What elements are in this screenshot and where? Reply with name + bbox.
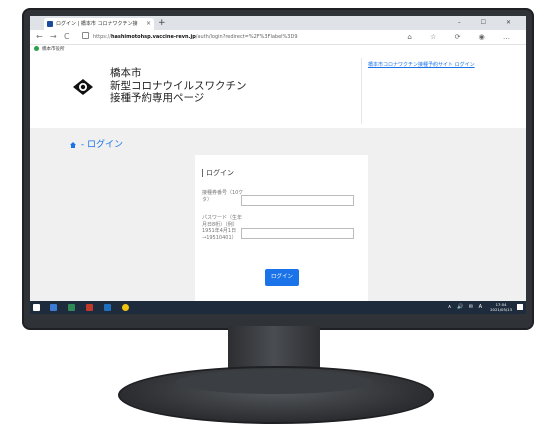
password-label: パスワード（生年月日8桁）（例）1951年4月1日→19510401） — [202, 215, 243, 241]
bookmark-favicon-icon — [34, 46, 39, 51]
header-login-link[interactable]: 橋本市コロナワクチン接種予約サイト ログイン — [368, 61, 475, 68]
browser-tabbar: ログイン | 橋本市 コロナワクチン接 × + – ☐ ✕ — [30, 16, 526, 30]
bookmark-item[interactable]: 橋本市役所 — [42, 47, 65, 52]
taskbar-app-icon[interactable] — [86, 304, 93, 311]
site-title-line2: 新型コロナウイルスワクチン — [110, 79, 247, 92]
taskbar-clock[interactable]: 17:04 2021/05/13 — [490, 302, 512, 312]
browser-toolbar: ← → C https://hashimotohsp.vaccine-revn.… — [30, 30, 526, 45]
city-logo-icon — [73, 79, 93, 95]
page-header: 橋本市 新型コロナウイルスワクチン 接種予約専用ページ 橋本市コロナワクチン接種… — [30, 54, 526, 128]
monitor-screen: ログイン | 橋本市 コロナワクチン接 × + – ☐ ✕ ← → C http… — [30, 16, 526, 314]
clock-date: 2021/05/13 — [490, 307, 512, 312]
ticket-number-input[interactable] — [241, 195, 354, 206]
url-host: hashimotohsp.vaccine-revn.jp — [110, 34, 196, 40]
back-icon[interactable]: ← — [36, 30, 43, 44]
bookmarks-bar: 橋本市役所 — [30, 45, 526, 54]
browser-taskbar-icon[interactable] — [122, 304, 129, 311]
site-title-line1: 橋本市 — [110, 67, 142, 79]
ticket-number-label: 接種券番号（10ケタ） — [202, 190, 244, 203]
web-page: 橋本市 新型コロナウイルスワクチン 接種予約専用ページ 橋本市コロナワクチン接種… — [30, 54, 526, 301]
home-icon[interactable] — [70, 142, 76, 148]
close-tab-icon[interactable]: × — [146, 18, 151, 30]
breadcrumb-separator: - — [78, 140, 87, 150]
new-tab-button[interactable]: + — [158, 16, 166, 30]
reload-icon[interactable]: C — [64, 30, 70, 44]
taskbar-app-icon[interactable] — [68, 304, 75, 311]
login-card: ログイン 接種券番号（10ケタ） パスワード（生年月日8桁）（例）1951年4月… — [195, 155, 368, 301]
url-path: /auth/login?redirect=%2F%3Flabel%3D9 — [195, 34, 298, 40]
login-button[interactable]: ログイン — [265, 269, 299, 286]
browser-toolbar-icons[interactable]: ⌂ ☆ ⟳ ◉ … — [407, 30, 518, 44]
url-prefix: https:// — [93, 34, 111, 40]
browser-tab[interactable]: ログイン | 橋本市 コロナワクチン接 × — [44, 18, 154, 30]
breadcrumb-current: ログイン — [86, 140, 123, 150]
address-bar[interactable]: https://hashimotohsp.vaccine-revn.jp/aut… — [82, 32, 422, 42]
site-title-line3: 接種予約専用ページ — [110, 92, 205, 104]
windows-start-icon[interactable] — [33, 304, 40, 311]
taskbar-app-icon[interactable] — [104, 304, 111, 311]
os-taskbar: ∧ 🔊 ✉ A 17:04 2021/05/13 — [30, 301, 526, 314]
system-tray[interactable]: ∧ 🔊 ✉ A — [448, 301, 484, 314]
notification-icon[interactable] — [517, 304, 523, 310]
lock-icon — [82, 32, 89, 39]
site-favicon-icon — [47, 21, 53, 27]
login-title: ログイン — [202, 169, 234, 177]
tab-title: ログイン | 橋本市 コロナワクチン接 — [56, 21, 138, 27]
forward-icon[interactable]: → — [50, 30, 57, 44]
monitor-stand-base-top — [176, 370, 372, 394]
password-input[interactable] — [241, 228, 354, 239]
taskbar-app-icon[interactable] — [50, 304, 57, 311]
site-title: 橋本市 新型コロナウイルスワクチン 接種予約専用ページ — [110, 67, 247, 105]
breadcrumb: - ログイン — [70, 137, 123, 150]
window-controls[interactable]: – ☐ ✕ — [458, 16, 520, 30]
header-divider — [361, 58, 362, 124]
